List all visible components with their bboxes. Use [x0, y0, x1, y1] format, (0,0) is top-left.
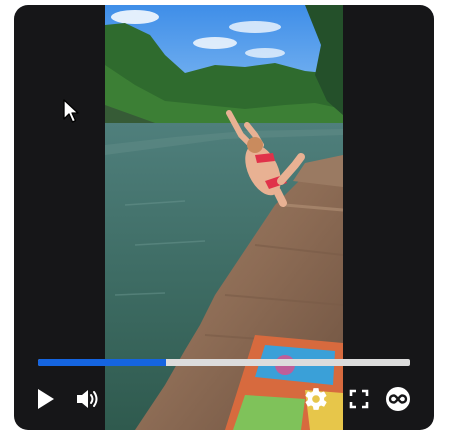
- progress-bar[interactable]: [38, 359, 410, 366]
- play-icon: [36, 388, 56, 410]
- play-button[interactable]: [32, 385, 60, 413]
- loop-button[interactable]: [384, 385, 412, 413]
- volume-button[interactable]: [74, 385, 102, 413]
- video-frame[interactable]: [105, 5, 343, 430]
- loop-icon: [385, 386, 411, 412]
- video-scene-image: [105, 5, 343, 430]
- progress-bar-fill: [38, 359, 167, 366]
- volume-icon: [75, 388, 101, 410]
- settings-button[interactable]: [302, 385, 330, 413]
- fullscreen-icon: [349, 389, 369, 409]
- fullscreen-button[interactable]: [345, 385, 373, 413]
- gear-icon: [303, 386, 329, 412]
- mouse-cursor-icon: [62, 98, 80, 129]
- video-player[interactable]: [14, 5, 434, 430]
